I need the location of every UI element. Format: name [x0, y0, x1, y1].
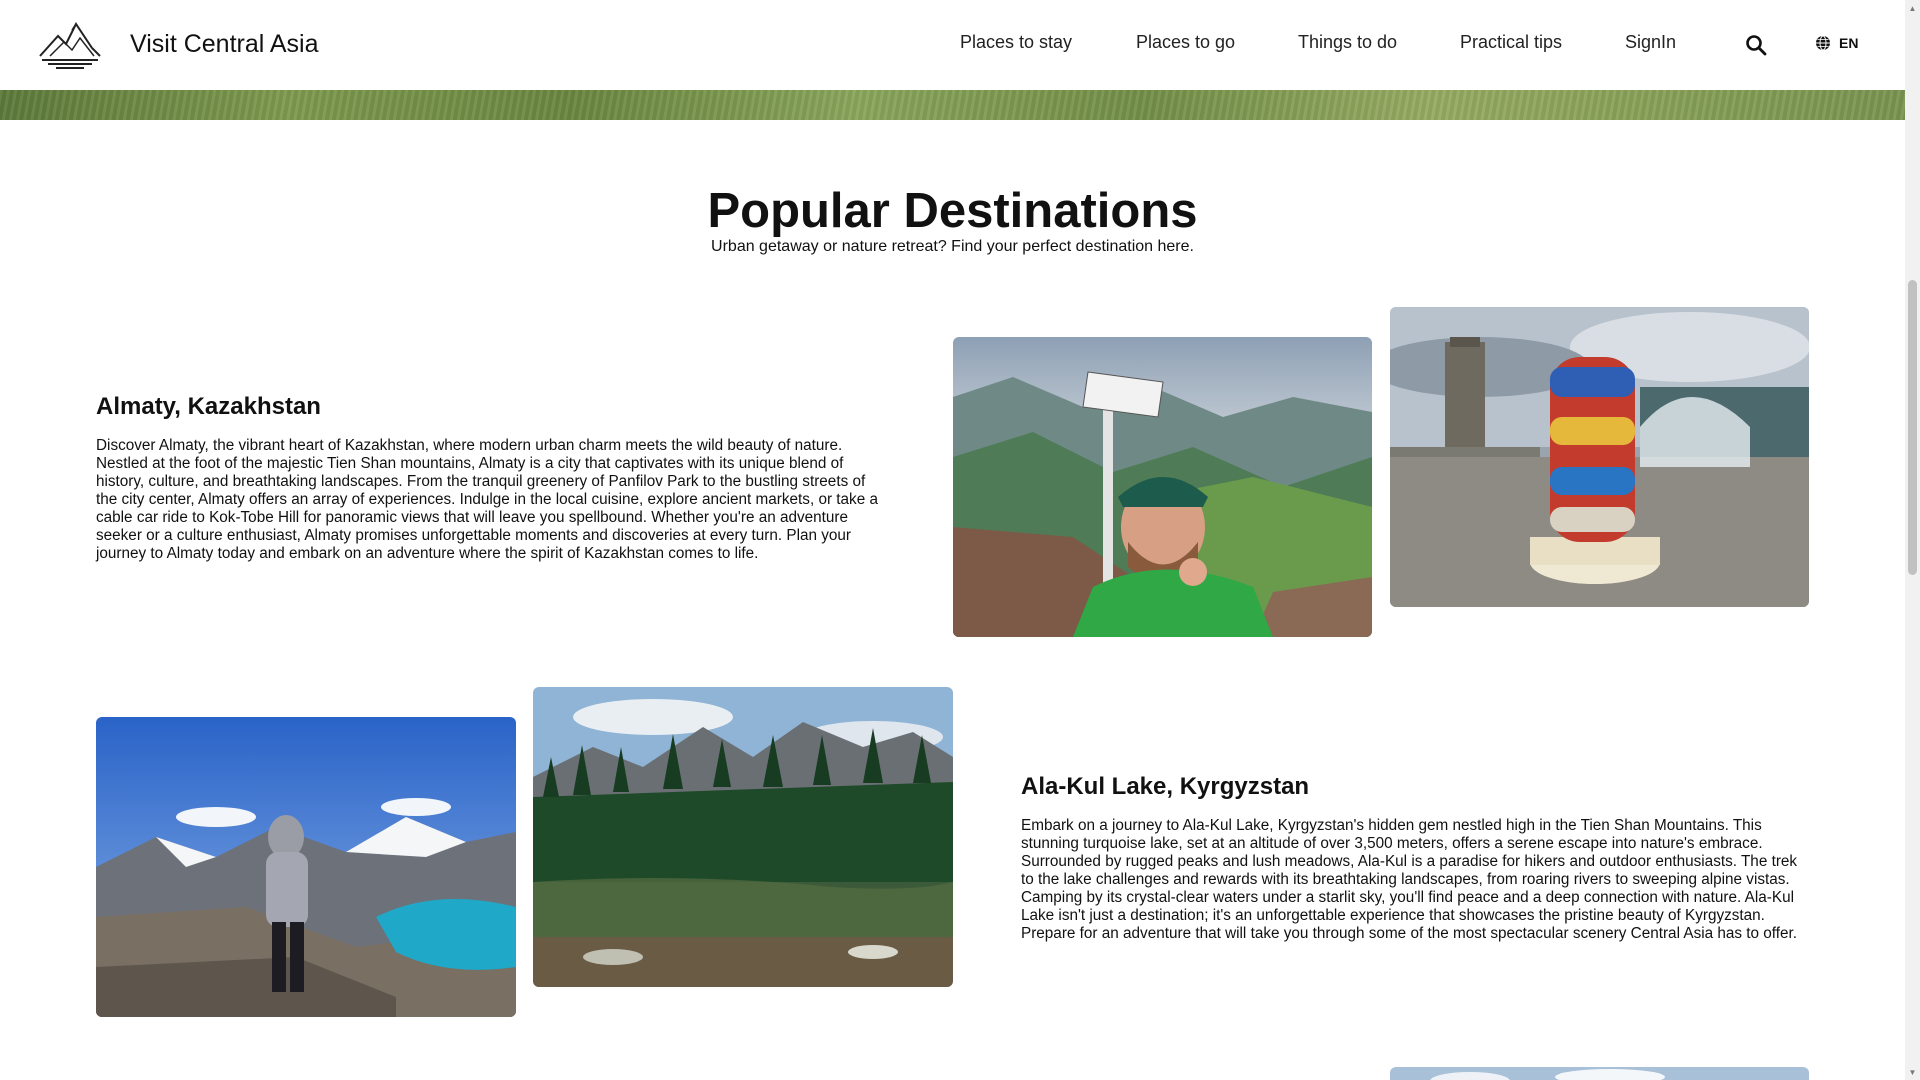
- nav-things-to-do[interactable]: Things to do: [1298, 32, 1397, 53]
- globe-icon: [1816, 35, 1830, 51]
- destination-title-almaty[interactable]: Almaty, Kazakhstan: [96, 393, 321, 421]
- almaty-monument-photo[interactable]: [1390, 307, 1809, 607]
- language-label: EN: [1839, 35, 1859, 51]
- scroll-up-arrow-icon[interactable]: ▲: [1905, 0, 1920, 16]
- scroll-down-arrow-icon[interactable]: ▼: [1905, 1064, 1920, 1080]
- nav-places-to-go[interactable]: Places to go: [1136, 32, 1235, 53]
- destination-title-ala-kul[interactable]: Ala-Kul Lake, Kyrgyzstan: [1021, 773, 1309, 801]
- nav-practical-tips[interactable]: Practical tips: [1460, 32, 1562, 53]
- site-header: Visit Central Asia Places to stay Places…: [0, 0, 1905, 90]
- mountain-logo-icon[interactable]: [36, 18, 104, 72]
- scrollbar-thumb[interactable]: [1908, 280, 1917, 575]
- destination-description-almaty: Discover Almaty, the vibrant heart of Ka…: [96, 437, 878, 562]
- ala-kul-forest-lake-photo[interactable]: [533, 687, 953, 987]
- nav-places-to-stay[interactable]: Places to stay: [960, 32, 1072, 53]
- nav-sign-in[interactable]: SignIn: [1625, 32, 1676, 53]
- ala-kul-hiker-photo[interactable]: [96, 717, 516, 1017]
- section-subtitle: Urban getaway or nature retreat? Find yo…: [711, 238, 1194, 255]
- page-scrollbar[interactable]: ▲ ▼: [1905, 0, 1920, 1080]
- section-title: Popular Destinations: [707, 184, 1198, 238]
- destination-description-ala-kul: Embark on a journey to Ala-Kul Lake, Kyr…: [1021, 817, 1798, 942]
- search-icon[interactable]: [1744, 33, 1768, 57]
- hero-image-strip: [0, 90, 1905, 120]
- almaty-hiker-photo[interactable]: [953, 337, 1372, 637]
- language-selector[interactable]: EN: [1815, 35, 1858, 51]
- next-destination-photo[interactable]: [1390, 1067, 1809, 1080]
- brand-name[interactable]: Visit Central Asia: [130, 30, 319, 59]
